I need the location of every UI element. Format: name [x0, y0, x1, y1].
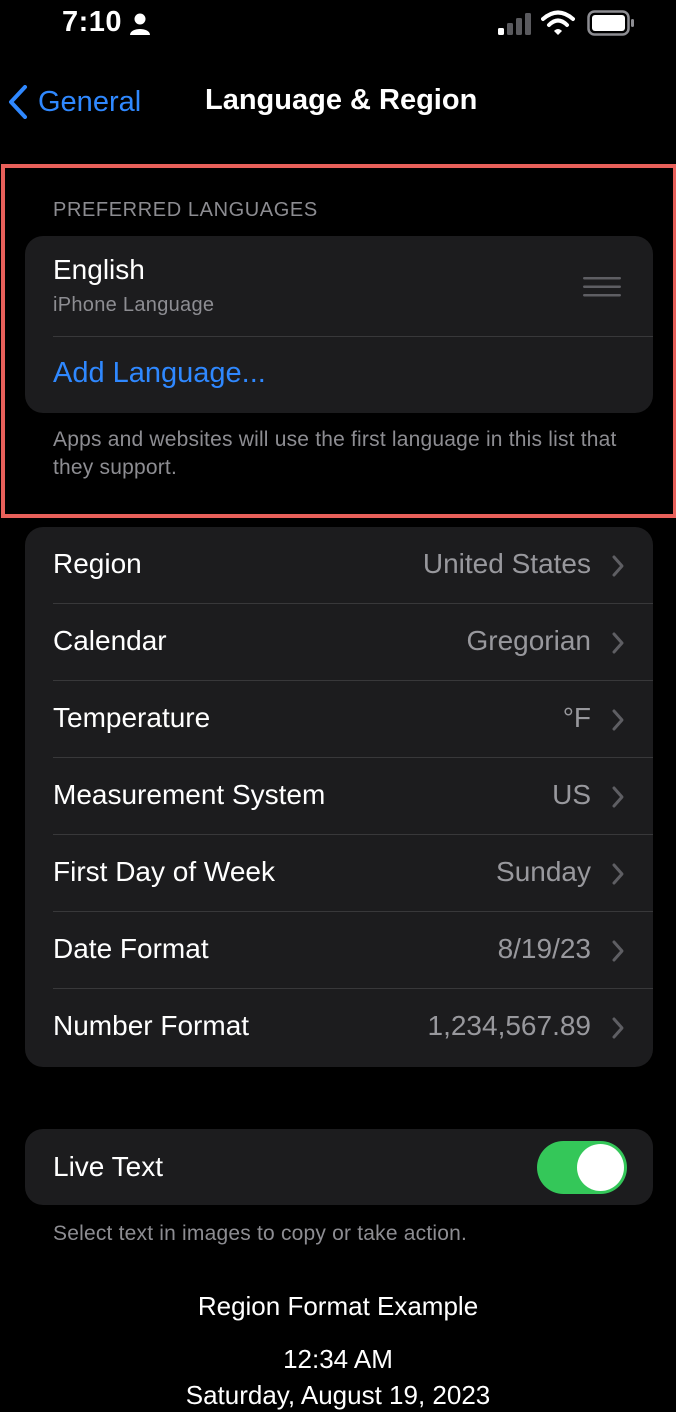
- row-measurement-system[interactable]: Measurement System US: [25, 758, 653, 835]
- live-text-toggle[interactable]: [537, 1141, 627, 1194]
- row-value: 1,234,567.89: [427, 1010, 592, 1041]
- reorder-handle-icon[interactable]: [583, 276, 621, 298]
- live-text-footer: Select text in images to copy or take ac…: [53, 1222, 468, 1245]
- chevron-right-icon: [612, 709, 624, 731]
- preferred-languages-card: English iPhone Language Add Language...: [25, 236, 653, 413]
- row-value: 8/19/23: [497, 933, 591, 964]
- preferred-languages-footer: Apps and websites will use the first lan…: [53, 428, 617, 479]
- chevron-right-icon: [612, 555, 624, 577]
- row-label: Temperature: [53, 702, 211, 733]
- language-row-english[interactable]: English iPhone Language: [25, 236, 653, 336]
- divider: [53, 336, 653, 337]
- live-text-card: Live Text: [25, 1129, 653, 1205]
- row-value: Gregorian: [466, 625, 591, 656]
- row-region[interactable]: Region United States: [25, 527, 653, 604]
- row-value: °F: [562, 702, 591, 733]
- status-time: 7:10: [62, 6, 123, 38]
- section-header-preferred-languages: PREFERRED LANGUAGES: [53, 199, 318, 221]
- page-title: Language & Region: [205, 84, 478, 116]
- live-text-label: Live Text: [53, 1151, 163, 1182]
- chevron-right-icon: [612, 863, 624, 885]
- row-value: US: [552, 779, 591, 810]
- language-subtitle: iPhone Language: [53, 294, 215, 316]
- wifi-icon: [541, 10, 575, 35]
- cellular-signal-icon: [498, 13, 531, 35]
- row-label: Measurement System: [53, 779, 326, 810]
- language-name: English: [53, 254, 145, 285]
- region-format-example-time: 12:34 AM: [283, 1344, 393, 1374]
- region-format-example-date: Saturday, August 19, 2023: [185, 1380, 491, 1410]
- row-first-day-of-week[interactable]: First Day of Week Sunday: [25, 835, 653, 912]
- battery-icon: [587, 10, 634, 36]
- row-label: First Day of Week: [53, 856, 275, 887]
- row-value: Sunday: [496, 856, 591, 887]
- row-label: Number Format: [53, 1010, 250, 1041]
- back-button[interactable]: General: [8, 80, 141, 124]
- row-number-format[interactable]: Number Format 1,234,567.89: [25, 989, 653, 1066]
- row-date-format[interactable]: Date Format 8/19/23: [25, 912, 653, 989]
- row-label: Date Format: [53, 933, 209, 964]
- toggle-knob: [577, 1144, 624, 1191]
- row-calendar[interactable]: Calendar Gregorian: [25, 604, 653, 681]
- person-icon: [130, 13, 150, 35]
- chevron-right-icon: [612, 632, 624, 654]
- row-label: Region: [53, 548, 142, 579]
- region-settings-card: Region United States Calendar Gregorian …: [25, 527, 653, 1067]
- chevron-right-icon: [612, 786, 624, 808]
- row-temperature[interactable]: Temperature °F: [25, 681, 653, 758]
- chevron-left-icon: [9, 85, 27, 119]
- back-label: General: [38, 85, 142, 118]
- region-format-example-title: Region Format Example: [197, 1291, 479, 1321]
- row-value: United States: [422, 548, 591, 579]
- row-label: Calendar: [53, 625, 167, 656]
- add-language-button[interactable]: Add Language...: [53, 357, 266, 390]
- chevron-right-icon: [612, 1017, 624, 1039]
- chevron-right-icon: [612, 940, 624, 962]
